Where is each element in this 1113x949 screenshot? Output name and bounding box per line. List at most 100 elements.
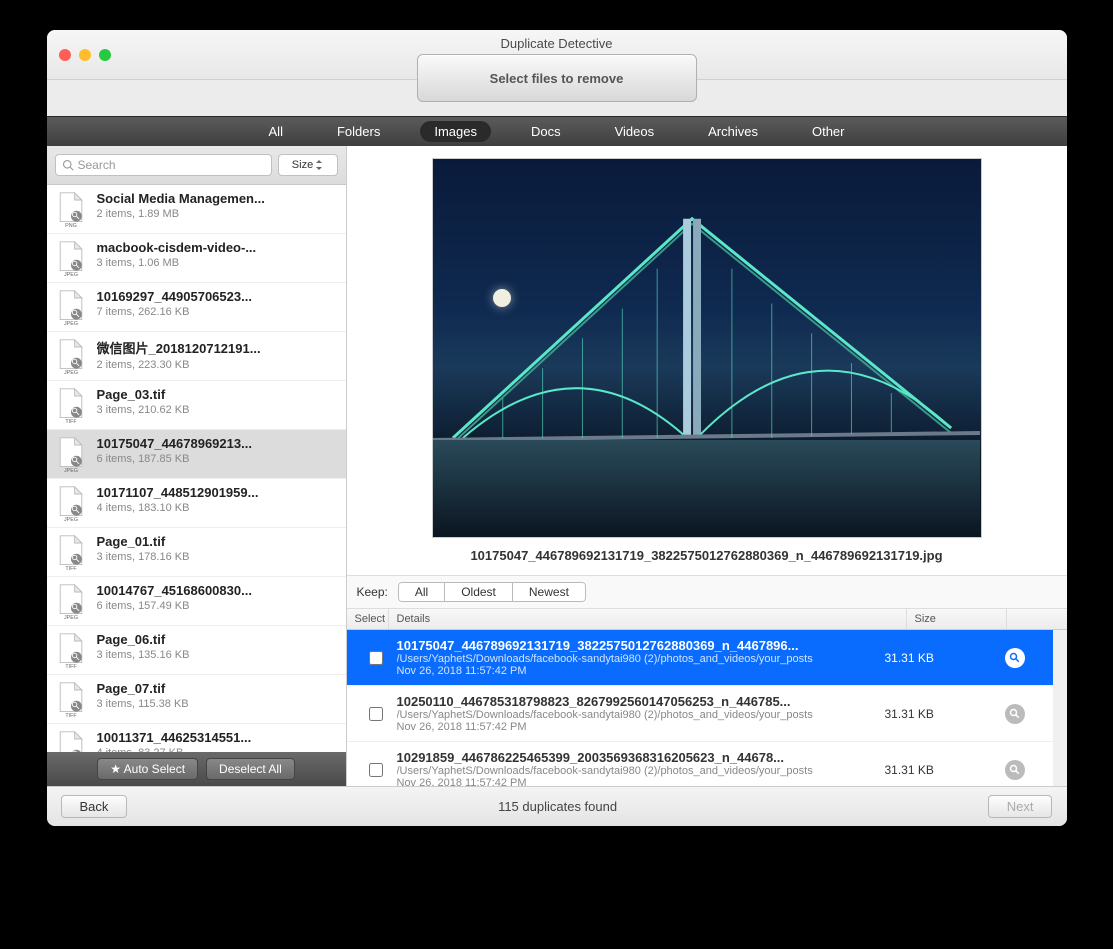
file-info: 10014767_45168600830... 6 items, 157.49 … [97, 583, 338, 619]
back-button[interactable]: Back [61, 795, 128, 818]
search-icon [62, 159, 74, 171]
file-row[interactable]: JPEG 10014767_45168600830... 6 items, 15… [47, 577, 346, 626]
next-button[interactable]: Next [988, 795, 1053, 818]
search-placeholder: Search [78, 158, 116, 172]
file-name: 微信图片_2018120712191... [97, 338, 338, 357]
magnify-icon [1009, 652, 1021, 664]
deselect-all-button[interactable]: Deselect All [206, 758, 295, 780]
file-row[interactable]: TIFF Page_07.tif 3 items, 115.38 KB [47, 675, 346, 724]
svg-text:JPEG: JPEG [63, 468, 77, 472]
file-info: Page_03.tif 3 items, 210.62 KB [97, 387, 338, 423]
keep-segment: All Oldest Newest [398, 582, 586, 602]
col-size: Size [907, 609, 1007, 629]
file-name: 10014767_45168600830... [97, 583, 338, 598]
svg-text:JPEG: JPEG [63, 272, 77, 276]
sort-select[interactable]: Size [278, 154, 338, 176]
col-select: Select [347, 609, 389, 629]
file-row[interactable]: TIFF Page_06.tif 3 items, 135.16 KB [47, 626, 346, 675]
search-input[interactable]: Search [55, 154, 272, 176]
tab-other[interactable]: Other [798, 121, 859, 142]
duplicate-row[interactable]: 10175047_446789692131719_382257501276288… [347, 630, 1053, 686]
svg-text:JPEG: JPEG [63, 370, 77, 374]
file-icon: JPEG [55, 583, 87, 619]
reveal-button[interactable] [1005, 760, 1025, 780]
reveal-button[interactable] [1005, 704, 1025, 724]
file-icon: JPEG [55, 289, 87, 325]
file-meta: 3 items, 210.62 KB [97, 404, 338, 416]
duplicate-path: /Users/YaphetS/Downloads/facebook-sandyt… [397, 653, 885, 665]
close-icon[interactable] [59, 49, 71, 61]
duplicate-date: Nov 26, 2018 11:57:42 PM [397, 665, 885, 677]
file-meta: 6 items, 187.85 KB [97, 453, 338, 465]
duplicate-path: /Users/YaphetS/Downloads/facebook-sandyt… [397, 709, 885, 721]
file-list[interactable]: PNG Social Media Managemen... 2 items, 1… [47, 185, 346, 752]
duplicate-name: 10291859_446786225465399_200356936831620… [397, 750, 885, 765]
tab-docs[interactable]: Docs [517, 121, 575, 142]
reveal-button[interactable] [1005, 648, 1025, 668]
tab-folders[interactable]: Folders [323, 121, 394, 142]
duplicate-path: /Users/YaphetS/Downloads/facebook-sandyt… [397, 765, 885, 777]
titlebar: Duplicate Detective Select files to remo… [47, 30, 1067, 80]
file-row[interactable]: JPEG 微信图片_2018120712191... 2 items, 223.… [47, 332, 346, 381]
file-meta: 7 items, 262.16 KB [97, 306, 338, 318]
tab-videos[interactable]: Videos [601, 121, 669, 142]
file-icon: TIFF [55, 534, 87, 570]
select-files-button[interactable]: Select files to remove [417, 54, 697, 102]
preview-image [432, 158, 982, 538]
scrollbar[interactable] [1053, 630, 1067, 786]
preview-area: 10175047_446789692131719_382257501276288… [347, 146, 1067, 576]
duplicate-row[interactable]: 10291859_446786225465399_200356936831620… [347, 742, 1053, 786]
sort-label: Size [292, 159, 313, 171]
select-checkbox[interactable] [355, 651, 397, 665]
select-checkbox[interactable] [355, 763, 397, 777]
col-details: Details [389, 609, 907, 629]
file-info: macbook-cisdem-video-... 3 items, 1.06 M… [97, 240, 338, 276]
file-icon: TIFF [55, 681, 87, 717]
file-row[interactable]: JPEG macbook-cisdem-video-... 3 items, 1… [47, 234, 346, 283]
file-info: Page_06.tif 3 items, 135.16 KB [97, 632, 338, 668]
file-name: Page_06.tif [97, 632, 338, 647]
duplicate-name: 10175047_446789692131719_382257501276288… [397, 638, 885, 653]
tab-images[interactable]: Images [420, 121, 491, 142]
file-row[interactable]: PNG Social Media Managemen... 2 items, 1… [47, 185, 346, 234]
footer: Back 115 duplicates found Next [47, 786, 1067, 826]
file-meta: 3 items, 115.38 KB [97, 698, 338, 710]
keep-oldest[interactable]: Oldest [445, 583, 513, 601]
sidebar: Search Size PNG Social Media Managemen..… [47, 146, 347, 786]
svg-text:JPEG: JPEG [63, 615, 77, 619]
keep-all[interactable]: All [399, 583, 445, 601]
file-icon: PNG [55, 191, 87, 227]
minimize-icon[interactable] [79, 49, 91, 61]
file-name: 10171107_448512901959... [97, 485, 338, 500]
svg-text:TIFF: TIFF [65, 566, 77, 570]
tab-archives[interactable]: Archives [694, 121, 772, 142]
file-row[interactable]: TIFF Page_01.tif 3 items, 178.16 KB [47, 528, 346, 577]
svg-text:TIFF: TIFF [65, 419, 77, 423]
duplicate-size: 31.31 KB [885, 651, 985, 665]
traffic-lights [59, 49, 111, 61]
file-info: 微信图片_2018120712191... 2 items, 223.30 KB [97, 338, 338, 374]
file-row[interactable]: JPEG 10175047_44678969213... 6 items, 18… [47, 430, 346, 479]
details-header: Select Details Size [347, 609, 1067, 630]
auto-select-button[interactable]: ★ Auto Select [97, 758, 198, 780]
file-info: 10011371_44625314551... 4 items, 83.27 K… [97, 730, 338, 752]
keep-newest[interactable]: Newest [513, 583, 585, 601]
file-row[interactable]: JPEG 10011371_44625314551... 4 items, 83… [47, 724, 346, 752]
file-row[interactable]: JPEG 10171107_448512901959... 4 items, 1… [47, 479, 346, 528]
file-row[interactable]: TIFF Page_03.tif 3 items, 210.62 KB [47, 381, 346, 430]
svg-text:JPEG: JPEG [63, 321, 77, 325]
file-info: 10169297_44905706523... 7 items, 262.16 … [97, 289, 338, 325]
duplicate-name: 10250110_446785318798823_826799256014705… [397, 694, 885, 709]
file-name: 10011371_44625314551... [97, 730, 338, 745]
file-name: 10175047_44678969213... [97, 436, 338, 451]
tab-all[interactable]: All [255, 121, 297, 142]
duplicate-row[interactable]: 10250110_446785318798823_826799256014705… [347, 686, 1053, 742]
file-row[interactable]: JPEG 10169297_44905706523... 7 items, 26… [47, 283, 346, 332]
duplicate-list[interactable]: 10175047_446789692131719_382257501276288… [347, 630, 1053, 786]
maximize-icon[interactable] [99, 49, 111, 61]
duplicate-details: 10250110_446785318798823_826799256014705… [397, 694, 885, 733]
chevron-updown-icon [315, 160, 323, 170]
file-meta: 6 items, 157.49 KB [97, 600, 338, 612]
select-checkbox[interactable] [355, 707, 397, 721]
filter-tabs: All Folders Images Docs Videos Archives … [47, 116, 1067, 146]
